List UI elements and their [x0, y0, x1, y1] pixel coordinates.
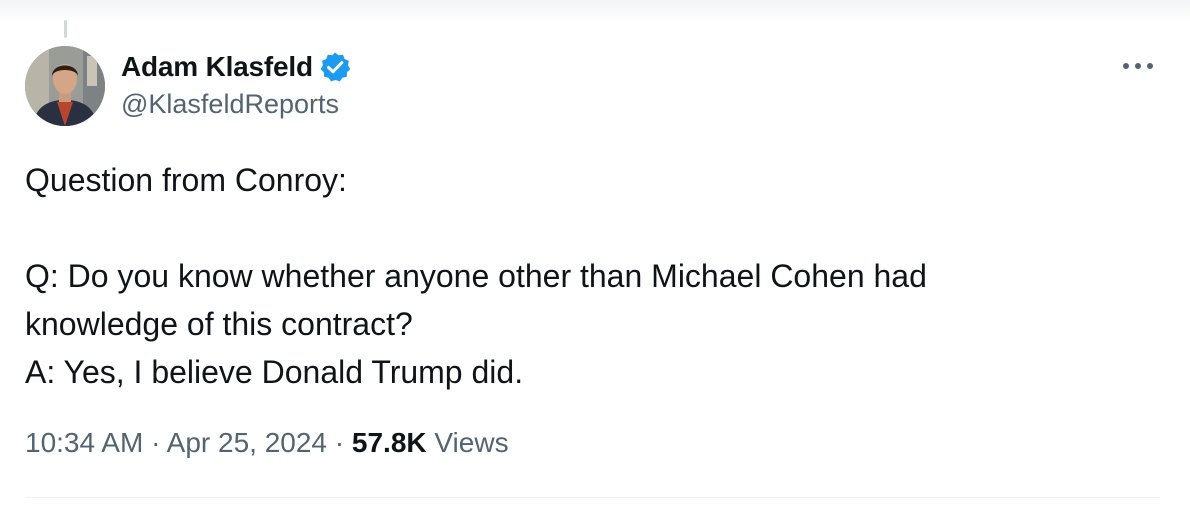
- views-label: Views: [434, 427, 509, 458]
- tweet-date[interactable]: Apr 25, 2024: [167, 427, 327, 458]
- tweet-text-line: Question from Conroy:: [25, 162, 347, 198]
- tweet-text-line: A: Yes, I believe Donald Trump did.: [25, 354, 524, 390]
- previous-tweet-edge: [0, 0, 1190, 22]
- dot-icon: [1135, 63, 1141, 69]
- author-handle[interactable]: @KlasfeldReports: [121, 89, 339, 120]
- avatar-photo: [25, 46, 105, 126]
- tweet-time[interactable]: 10:34 AM: [25, 427, 143, 458]
- divider: [25, 497, 1160, 498]
- meta-separator: ·: [151, 427, 161, 458]
- tweet-text: Question from Conroy: Q: Do you know whe…: [25, 156, 1145, 396]
- tweet-text-blank-line: [25, 204, 1145, 252]
- avatar[interactable]: [25, 46, 105, 126]
- thread-connector-line: [64, 20, 67, 38]
- more-options-icon[interactable]: [1120, 54, 1156, 78]
- tweet-text-line: knowledge of this contract?: [25, 306, 413, 342]
- verified-badge-icon[interactable]: [319, 51, 351, 83]
- author-name-row: Adam Klasfeld: [121, 50, 351, 84]
- dot-icon: [1147, 63, 1153, 69]
- tweet-metadata: 10:34 AM · Apr 25, 2024 · 57.8K Views: [25, 427, 509, 459]
- tweet-text-line: Q: Do you know whether anyone other than…: [25, 258, 927, 294]
- author-display-name[interactable]: Adam Klasfeld: [121, 51, 313, 83]
- meta-separator: ·: [334, 427, 345, 458]
- views-count[interactable]: 57.8K: [352, 427, 427, 458]
- tweet-page: Adam Klasfeld @KlasfeldReports Question …: [0, 0, 1190, 510]
- dot-icon: [1123, 63, 1129, 69]
